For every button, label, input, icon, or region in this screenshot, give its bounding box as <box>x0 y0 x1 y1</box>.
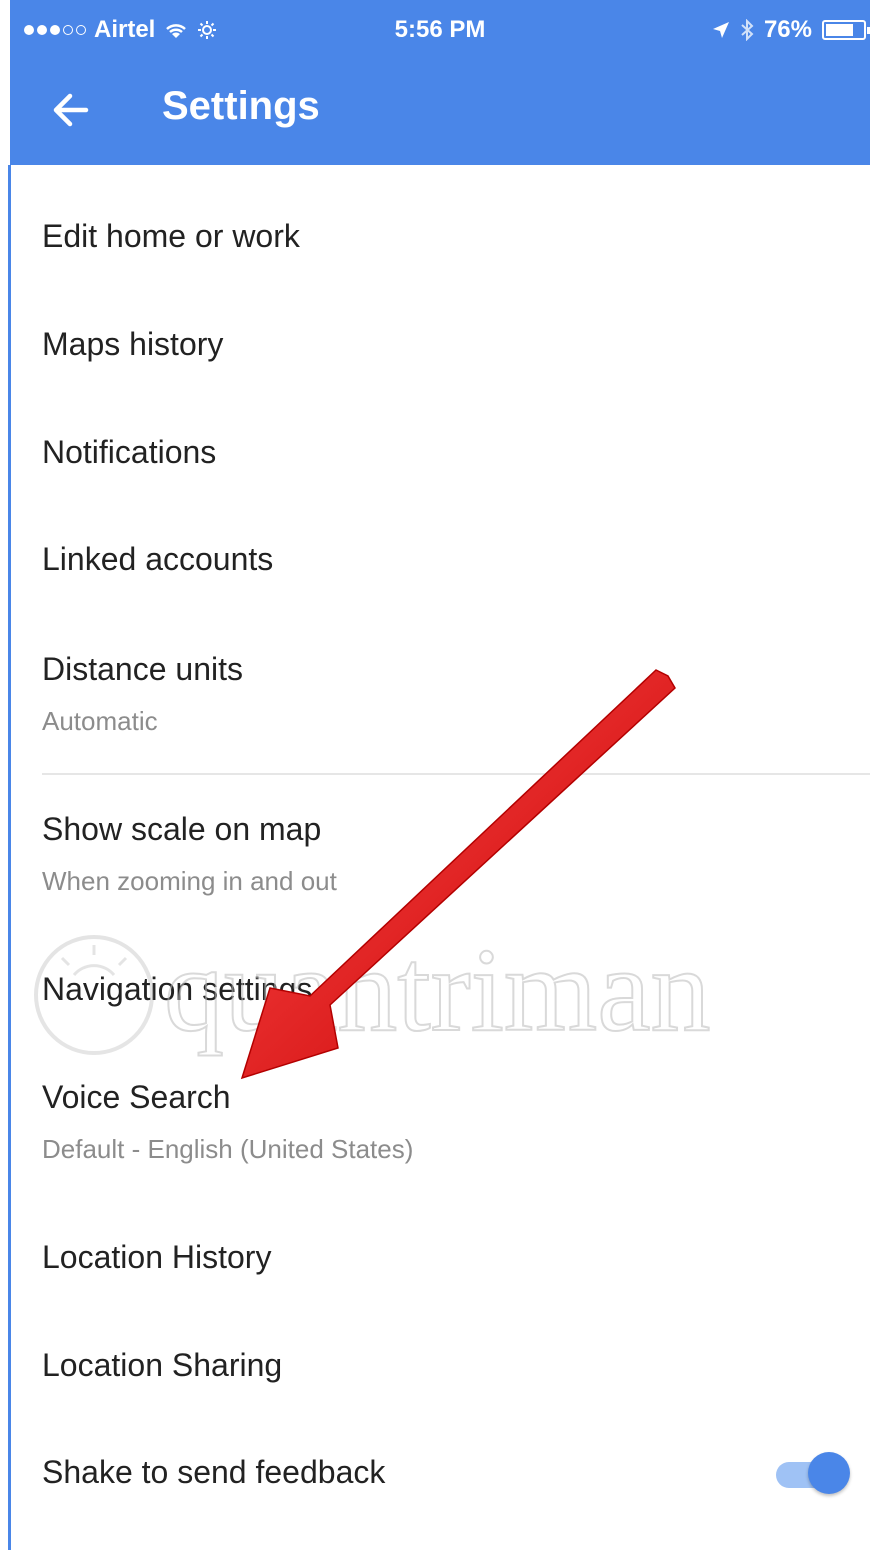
setting-shake-to-send-feedback[interactable]: Shake to send feedback <box>42 1454 762 1491</box>
setting-label: Edit home or work <box>42 218 300 254</box>
section-divider <box>42 773 870 775</box>
status-bar: Airtel 5:56 PM 76% <box>10 0 870 60</box>
arrow-back-icon <box>53 93 89 127</box>
setting-label: Voice Search <box>42 1079 231 1115</box>
setting-voice-search[interactable]: Voice Search Default - English (United S… <box>42 1079 870 1165</box>
setting-label: Notifications <box>42 434 217 470</box>
shake-feedback-toggle[interactable] <box>776 1452 852 1496</box>
setting-linked-accounts[interactable]: Linked accounts <box>42 541 870 578</box>
setting-label: Navigation settings <box>42 971 313 1007</box>
setting-value: Default - English (United States) <box>42 1134 414 1164</box>
setting-location-history[interactable]: Location History <box>42 1239 870 1276</box>
battery-percent: 76% <box>763 16 812 43</box>
setting-label: Maps history <box>42 326 224 362</box>
status-bar-right: 76% <box>712 16 870 44</box>
page-title: Settings <box>162 84 320 128</box>
setting-label: Location Sharing <box>42 1347 283 1383</box>
setting-label: Linked accounts <box>42 541 274 577</box>
back-button[interactable] <box>40 80 100 140</box>
setting-label: Location History <box>42 1239 272 1275</box>
setting-notifications[interactable]: Notifications <box>42 434 870 471</box>
setting-label: Show scale on map <box>42 811 322 847</box>
location-arrow-icon <box>712 22 729 38</box>
battery-fill <box>826 24 854 36</box>
setting-maps-history[interactable]: Maps history <box>42 326 870 363</box>
setting-edit-home-or-work[interactable]: Edit home or work <box>42 218 870 255</box>
toggle-knob <box>808 1452 850 1494</box>
setting-label: Distance units <box>42 651 243 687</box>
setting-location-sharing[interactable]: Location Sharing <box>42 1347 870 1384</box>
setting-show-scale-on-map[interactable]: Show scale on map When zooming in and ou… <box>42 811 870 897</box>
setting-distance-units[interactable]: Distance units Automatic <box>42 651 870 737</box>
setting-value: When zooming in and out <box>42 866 337 896</box>
setting-value: Automatic <box>42 706 158 736</box>
settings-screen: Airtel 5:56 PM 76% Settings Edit home or… <box>0 0 870 1550</box>
left-edge-line <box>8 165 11 1550</box>
battery-icon <box>822 20 870 40</box>
setting-label: Shake to send feedback <box>42 1454 386 1490</box>
bluetooth-icon <box>741 19 754 41</box>
setting-navigation-settings[interactable]: Navigation settings <box>42 971 870 1008</box>
